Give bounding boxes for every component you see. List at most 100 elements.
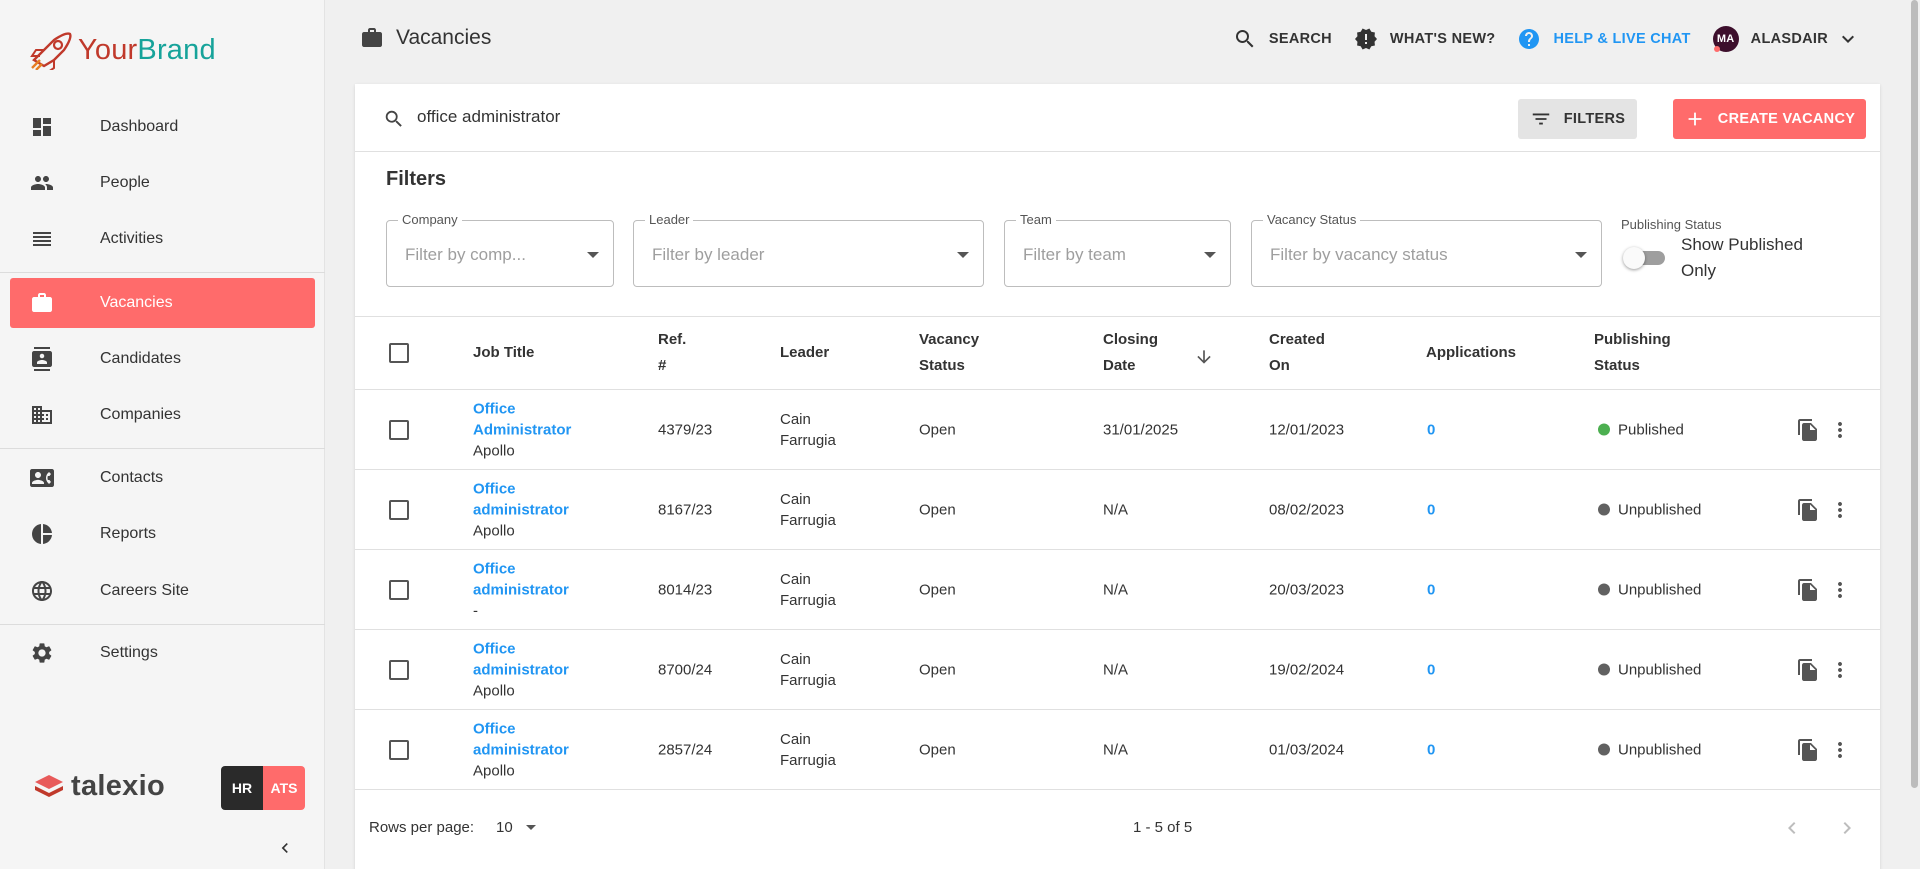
job-title-line2: administrator bbox=[473, 661, 569, 678]
ats-badge[interactable]: ATS bbox=[263, 766, 305, 810]
talexio-logo-text: talexio bbox=[71, 770, 165, 802]
sidebar-item-activities[interactable]: Activities bbox=[0, 214, 325, 264]
leader-last: Farrugia bbox=[780, 751, 836, 769]
table-row[interactable]: Office administrator Apollo 8167/23 Cain Farr… bbox=[355, 470, 1880, 550]
team-filter[interactable]: Team Filter by team bbox=[1004, 212, 1231, 287]
applications-link[interactable]: 0 bbox=[1427, 421, 1435, 438]
col-applications[interactable]: Applications bbox=[1426, 340, 1516, 366]
sidebar-item-careers-site[interactable]: Careers Site bbox=[0, 566, 325, 616]
col-vacancy-status[interactable]: Vacancy Status bbox=[919, 327, 979, 379]
sidebar-item-vacancies[interactable]: Vacancies bbox=[10, 278, 315, 328]
job-title-link[interactable]: Office administrator bbox=[473, 478, 569, 520]
row-checkbox[interactable] bbox=[389, 500, 409, 520]
more-vert-icon[interactable] bbox=[1828, 418, 1852, 442]
job-title-link[interactable]: Office administrator bbox=[473, 558, 569, 600]
col-ref[interactable]: Ref. # bbox=[658, 327, 686, 379]
scrollbar-thumb[interactable] bbox=[1911, 0, 1918, 788]
table-header: Job Title Ref. # Leader Vacancy Status Clo… bbox=[355, 317, 1880, 390]
vacancy-status-filter[interactable]: Vacancy Status Filter by vacancy status bbox=[1251, 212, 1602, 287]
job-title-cell: Office administrator - bbox=[473, 558, 569, 621]
row-checkbox[interactable] bbox=[389, 740, 409, 760]
ref-cell: 8700/24 bbox=[658, 661, 713, 678]
applications-link[interactable]: 0 bbox=[1427, 741, 1435, 758]
copy-icon[interactable] bbox=[1796, 578, 1820, 602]
col-publishing-status[interactable]: Publishing Status bbox=[1594, 327, 1671, 379]
sidebar-item-label: Contacts bbox=[100, 469, 164, 486]
leader-filter[interactable]: Leader Filter by leader bbox=[633, 212, 984, 287]
col-ref-line1: Ref. bbox=[658, 331, 687, 348]
help-chat-link[interactable]: HELP & LIVE CHAT bbox=[1517, 27, 1690, 51]
search-link[interactable]: SEARCH bbox=[1233, 27, 1332, 51]
contacts-icon bbox=[30, 469, 54, 487]
closing-date-cell: N/A bbox=[1103, 501, 1129, 518]
copy-icon[interactable] bbox=[1796, 418, 1820, 442]
row-checkbox[interactable] bbox=[389, 580, 409, 600]
job-title-line1: Office bbox=[473, 480, 516, 497]
show-published-toggle[interactable] bbox=[1623, 246, 1669, 270]
sidebar-item-people[interactable]: People bbox=[0, 158, 325, 208]
more-vert-icon[interactable] bbox=[1828, 578, 1852, 602]
product-switcher[interactable]: HR ATS bbox=[221, 766, 305, 810]
more-vert-icon[interactable] bbox=[1828, 498, 1852, 522]
next-page-icon[interactable] bbox=[1835, 816, 1859, 840]
select-all-checkbox[interactable] bbox=[389, 343, 409, 363]
sidebar-item-candidates[interactable]: Candidates bbox=[0, 334, 325, 384]
publishing-status-text: Unpublished bbox=[1618, 581, 1702, 598]
user-menu[interactable]: MA ALASDAIR bbox=[1712, 26, 1860, 52]
col-vacancy-line2: Status bbox=[919, 357, 965, 374]
sidebar-item-reports[interactable]: Reports bbox=[0, 509, 325, 559]
sort-descending-icon[interactable] bbox=[1194, 347, 1214, 367]
row-checkbox[interactable] bbox=[389, 420, 409, 440]
table-row[interactable]: Office administrator Apollo 2857/24 Cain Farr… bbox=[355, 710, 1880, 790]
create-vacancy-button[interactable]: CREATE VACANCY bbox=[1673, 99, 1866, 139]
sidebar-item-label: People bbox=[100, 174, 150, 191]
sidebar-item-dashboard[interactable]: Dashboard bbox=[0, 102, 325, 152]
brand-logo[interactable]: YourBrand bbox=[28, 30, 216, 70]
filters-button[interactable]: FILTERS bbox=[1518, 99, 1637, 139]
team-filter-placeholder: Filter by team bbox=[1023, 245, 1126, 264]
applications-link[interactable]: 0 bbox=[1427, 661, 1435, 678]
company-filter-placeholder: Filter by comp... bbox=[405, 245, 526, 264]
help-chat-label: HELP & LIVE CHAT bbox=[1553, 31, 1691, 47]
collapse-sidebar-icon[interactable] bbox=[275, 838, 295, 858]
people-icon bbox=[31, 176, 53, 190]
table-row[interactable]: Office administrator Apollo 8700/24 Cain Farr… bbox=[355, 630, 1880, 710]
sidebar-item-contacts[interactable]: Contacts bbox=[0, 453, 325, 503]
copy-icon[interactable] bbox=[1796, 498, 1820, 522]
col-vacancy-line1: Vacancy bbox=[919, 331, 980, 348]
row-checkbox[interactable] bbox=[389, 660, 409, 680]
company-filter[interactable]: Company Filter by comp... bbox=[386, 212, 614, 287]
sidebar-item-settings[interactable]: Settings bbox=[0, 628, 325, 678]
prev-page-icon[interactable] bbox=[1780, 816, 1804, 840]
job-title-link[interactable]: Office Administrator bbox=[473, 398, 571, 440]
companies-icon bbox=[32, 406, 52, 424]
col-closing-date[interactable]: Closing Date bbox=[1103, 327, 1158, 379]
whats-new-link[interactable]: WHAT'S NEW? bbox=[1354, 27, 1496, 51]
status-dot bbox=[1598, 423, 1610, 435]
table-row[interactable]: Office administrator - 8014/23 Cain Farrugia O… bbox=[355, 550, 1880, 630]
job-title-line1: Office bbox=[473, 560, 516, 577]
applications-link[interactable]: 0 bbox=[1427, 581, 1435, 598]
copy-icon[interactable] bbox=[1796, 738, 1820, 762]
status-dot bbox=[1598, 663, 1610, 675]
applications-link[interactable]: 0 bbox=[1427, 501, 1435, 518]
more-vert-icon[interactable] bbox=[1828, 738, 1852, 762]
scrollbar[interactable] bbox=[1908, 0, 1920, 869]
table-row[interactable]: Office Administrator Apollo 4379/23 Cain Farr… bbox=[355, 390, 1880, 470]
job-title-link[interactable]: Office administrator bbox=[473, 638, 569, 680]
leader-first: Cain bbox=[780, 730, 811, 748]
activities-icon bbox=[33, 232, 51, 246]
sidebar-item-companies[interactable]: Companies bbox=[0, 390, 325, 440]
rows-per-page-select[interactable]: 10 bbox=[496, 816, 546, 840]
more-vert-icon[interactable] bbox=[1828, 658, 1852, 682]
job-title-link[interactable]: Office administrator bbox=[473, 718, 569, 760]
col-job-title[interactable]: Job Title bbox=[473, 340, 534, 366]
col-created-on[interactable]: Created On bbox=[1269, 327, 1325, 379]
col-leader[interactable]: Leader bbox=[780, 340, 829, 366]
publishing-status-text: Unpublished bbox=[1618, 661, 1702, 678]
hr-badge[interactable]: HR bbox=[221, 766, 263, 810]
search-input[interactable] bbox=[417, 102, 1217, 132]
copy-icon[interactable] bbox=[1796, 658, 1820, 682]
create-vacancy-label: CREATE VACANCY bbox=[1717, 111, 1856, 127]
job-title-line2: administrator bbox=[473, 501, 569, 518]
